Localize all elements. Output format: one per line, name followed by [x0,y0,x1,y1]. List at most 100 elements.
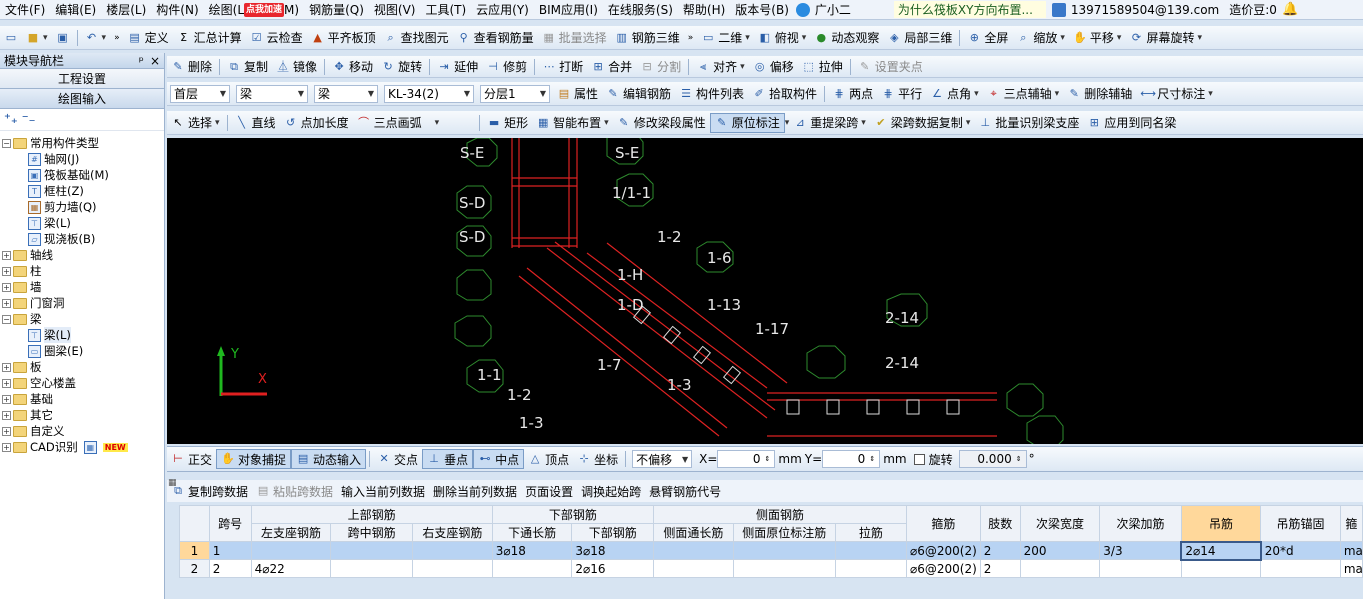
object-snap-button[interactable]: ✋ 对象捕捉 [216,449,292,469]
batch-select-button[interactable]: ▦ 批量选择 [538,28,611,48]
menu-tools[interactable]: 工具(T) [420,0,471,19]
delete-column-data-button[interactable]: 删除当前列数据 [429,481,521,501]
cell-side-continuous[interactable] [653,541,734,560]
cell-stirrup[interactable]: ⌀6@200(2) [906,559,981,578]
cell-hanger[interactable]: 2⌀14 [1180,540,1262,561]
cell-hanger[interactable] [1180,559,1262,578]
delete-axis-button[interactable]: ✎ 删除辅轴 [1063,84,1136,104]
offset-button[interactable]: ◎ 偏移 [749,57,798,77]
set-grip-button[interactable]: ✎ 设置夹点 [854,57,927,77]
cell-right-support[interactable] [411,541,493,560]
dynamic-input-button[interactable]: ▤ 动态输入 [291,449,367,469]
two-point-button[interactable]: ⋕ 两点 [828,84,877,104]
cell-mid-span[interactable] [330,541,413,560]
tree-beam-beam[interactable]: ⊤ 梁(L) [2,327,162,343]
offset-select[interactable]: 不偏移 ▼ [632,450,693,468]
subtype-select[interactable]: 梁 ▼ [314,84,378,103]
table-row[interactable]: 1 1 3⌀18 3⌀18 ⌀6@200(2) 2 200 3/3 2⌀14 2… [179,540,1363,561]
cell-legs[interactable]: 2 [979,559,1021,578]
view-rebar-button[interactable]: ⚲ 查看钢筋量 [453,28,538,48]
tree-custom[interactable]: + 自定义 [2,423,162,439]
page-setup-button[interactable]: 页面设置 [521,481,577,501]
merge-button[interactable]: ⊞ 合并 [587,57,636,77]
menu-version[interactable]: 版本号(B) [730,0,794,19]
ortho-button[interactable]: ⊢ 正交 [167,449,216,469]
cell-sub-beam-width[interactable] [1019,559,1101,578]
select-button[interactable]: ↖ 选择 ▾ [167,113,224,133]
collapse-all-icon[interactable]: ⁻₋ [22,112,36,127]
tree-beam[interactable]: − 梁 [2,311,162,327]
cell-sub-beam-width[interactable]: 200 [1019,541,1101,560]
cell-span[interactable]: 2 [208,559,252,578]
cell-hanger-anchor[interactable]: 20*d [1260,541,1341,560]
menu-assistant[interactable]: 广小二 [810,0,856,19]
cell-legs[interactable]: 2 [979,541,1021,560]
assistant-icon[interactable] [795,2,810,17]
dimension-button[interactable]: ⟷ 尺寸标注 ▾ [1136,84,1217,104]
define-button[interactable]: ▤ 定义 [124,28,173,48]
expand-all-icon[interactable]: ⁺₊ [4,112,18,127]
smart-layout-button[interactable]: ▦ 智能布置 ▾ [532,113,613,133]
break-button[interactable]: ⋯ 打断 [538,57,587,77]
align-slab-top-button[interactable]: ▲ 平齐板顶 [307,28,380,48]
input-column-data-button[interactable]: 输入当前列数据 [337,481,429,501]
cell-side-continuous[interactable] [653,559,734,578]
menu-file[interactable]: 文件(F) [0,0,50,19]
tree-column[interactable]: + 柱 [2,263,162,279]
menu-edit[interactable]: 编辑(E) [50,0,101,19]
account-email[interactable]: 13971589504@139.com [1066,0,1224,19]
three-point-axis-button[interactable]: ⌖ 三点辅轴 ▾ [983,84,1064,104]
speedup-badge[interactable]: 点我加速 [244,2,285,17]
vertex-button[interactable]: △ 顶点 [524,449,573,469]
rotate-checkbox[interactable] [913,453,925,465]
cell-left-support[interactable]: 4⌀22 [250,559,332,578]
screen-rotate-button[interactable]: ⟳ 屏幕旋转 ▾ [1125,28,1206,48]
cell-left-support[interactable] [250,541,332,560]
cell-bottom[interactable]: 2⌀16 [571,559,654,578]
cell-bottom[interactable]: 3⌀18 [571,541,654,560]
row-index[interactable]: 1 [179,541,210,560]
top-view-button[interactable]: ◧ 俯视 ▾ [754,28,811,48]
cell-side-original[interactable] [732,541,836,560]
coordinate-button[interactable]: ⊹ 坐标 [573,449,622,469]
bell-icon[interactable]: 🔔 [1282,2,1298,17]
apply-same-name-button[interactable]: ⊞ 应用到同名梁 [1083,113,1180,133]
cell-tie[interactable] [834,559,908,578]
cell-extra[interactable]: ma [1339,559,1363,578]
modify-span-props-button[interactable]: ✎ 修改梁段属性 [613,113,710,133]
cell-sub-beam-add[interactable]: 3/3 [1099,541,1182,560]
tree-item-slab[interactable]: ▱ 现浇板(B) [2,231,162,247]
perpendicular-button[interactable]: ⊥ 垂点 [422,449,474,469]
type-select[interactable]: 梁 ▼ [236,84,308,103]
cad-drawing[interactable]: S-E S-E S-D 1/1-1 S-D 1-2 1-6 1-H 1-D 1-… [167,138,1363,444]
menu-draw[interactable]: 绘图(L [204,0,244,19]
menu-cloud[interactable]: 云应用(Y) [471,0,534,19]
zoom-button[interactable]: ⌕ 缩放 ▾ [1012,28,1069,48]
y-input[interactable]: 0 ⇕ [822,450,881,468]
copy-button[interactable]: ⧉ 复制 [223,57,272,77]
menu-view[interactable]: 视图(V) [369,0,421,19]
menu-floor[interactable]: 楼层(L) [101,0,151,19]
cell-stirrup[interactable]: ⌀6@200(2) [906,541,981,560]
rotate-input[interactable]: 0.000 ⇕ [958,450,1027,468]
cell-bottom-continuous[interactable] [491,559,573,578]
layer-select[interactable]: 分层1 ▼ [480,84,550,103]
component-list-button[interactable]: ☰ 构件列表 [675,84,748,104]
new-file-button[interactable]: ▭ [0,28,22,48]
drawing-canvas[interactable]: S-E S-E S-D 1/1-1 S-D 1-2 1-6 1-H 1-D 1-… [167,138,1363,444]
cell-hanger-anchor[interactable] [1260,559,1341,578]
cloud-check-button[interactable]: ☑ 云检查 [246,28,307,48]
tree-item-grid[interactable]: # 轴网(J) [2,151,162,167]
rotate-button[interactable]: ↻ 旋转 [377,57,426,77]
tree-other[interactable]: + 其它 [2,407,162,423]
rebar-3d-button[interactable]: ▥ 钢筋三维 [611,28,684,48]
coins-label[interactable]: 造价豆:0 [1224,0,1282,19]
intersection-button[interactable]: ✕ 交点 [373,449,422,469]
point-angle-button[interactable]: ∠ 点角 ▾ [926,84,983,104]
split-button[interactable]: ⊟ 分割 [636,57,685,77]
floor-select[interactable]: 首层 ▼ [170,84,230,103]
mirror-button[interactable]: ⏅ 镜像 [272,57,321,77]
tree-wall[interactable]: + 墙 [2,279,162,295]
midpoint-button[interactable]: ⊷ 中点 [473,449,525,469]
copy-span-data-button[interactable]: ✔ 梁跨数据复制 ▾ [870,113,975,133]
